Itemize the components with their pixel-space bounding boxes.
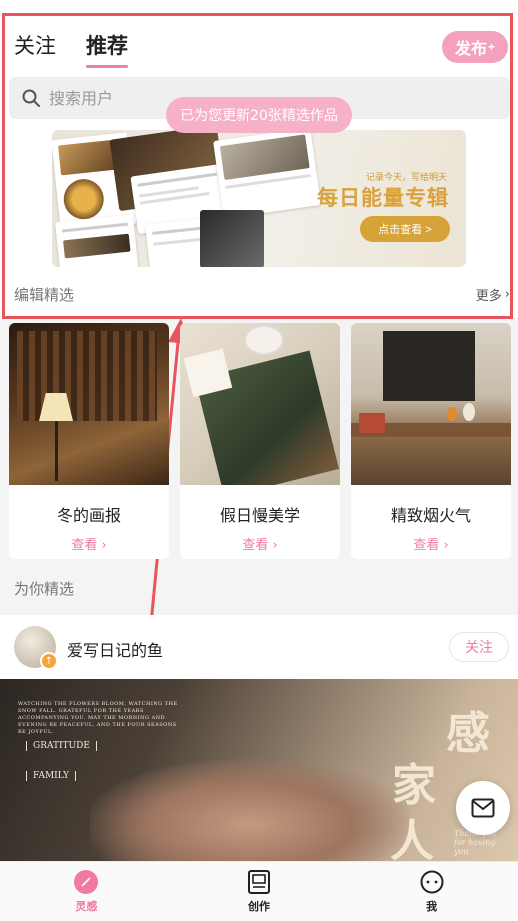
chevron-right-icon: › <box>272 538 278 553</box>
winter-image <box>9 323 169 485</box>
nav-label: 创作 <box>248 899 270 913</box>
card-title: 冬的画报 <box>56 506 121 525</box>
banner-card-5 <box>55 214 139 267</box>
gratitude-badge: GRATITUDE <box>26 741 97 751</box>
plus-icon: + <box>488 40 496 54</box>
post-cjk-1: 感 <box>446 708 490 759</box>
banner-view-button[interactable]: 点击查看 > <box>360 216 450 242</box>
post-header: ↑ 爱写日记的鱼 关注 <box>0 615 518 679</box>
post-cjk-2: 家 <box>392 760 436 811</box>
nav-profile[interactable]: 我 <box>345 862 518 921</box>
bottom-nav: 灵感 创作 我 <box>0 861 518 921</box>
create-icon <box>247 869 271 894</box>
chevron-right-icon: › <box>443 538 449 553</box>
post-image[interactable]: WATCHING THE FLOWERS BLOOM, WATCHING THE… <box>0 679 518 861</box>
profile-icon <box>420 870 444 894</box>
hands-illustration <box>90 759 410 861</box>
compass-icon <box>74 869 99 894</box>
card-title: 假日慢美学 <box>219 506 300 525</box>
card-view-label: 查看 <box>242 538 269 553</box>
nav-create[interactable]: 创作 <box>173 862 346 921</box>
banner-card-4 <box>213 130 321 219</box>
more-label: 更多 <box>475 289 502 304</box>
card-view-label: 查看 <box>413 538 440 553</box>
publish-label: 发布 <box>454 41 487 58</box>
banner-title: 每日能量专辑 <box>317 186 449 210</box>
tab-following[interactable]: 关注 <box>14 30 56 60</box>
pick-card-cozy[interactable]: 精致烟火气 查看 › <box>351 323 511 559</box>
card-view-link[interactable]: 查看 › <box>9 534 169 553</box>
chevron-right-icon: › <box>101 538 107 553</box>
card-title: 精致烟火气 <box>390 506 471 525</box>
editor-picks-header: 编辑精选 更多 › <box>14 284 510 305</box>
update-toast: 已为您更新20张精选作品 <box>166 97 352 133</box>
banner-card-7 <box>200 210 264 267</box>
card-view-link[interactable]: 查看 › <box>351 534 511 553</box>
holiday-image <box>180 323 340 485</box>
pick-card-holiday[interactable]: 假日慢美学 查看 › <box>180 323 340 559</box>
energy-album-banner[interactable]: 记录今天，写给明天 每日能量专辑 点击查看 > <box>52 130 466 267</box>
editor-picks-grid: 冬的画报 查看 › 假日慢美学 查看 › 精致烟火气 查看 › <box>9 323 512 559</box>
cozy-image <box>351 323 511 485</box>
nav-inspiration[interactable]: 灵感 <box>0 862 173 921</box>
tab-recommended[interactable]: 推荐 <box>86 30 128 68</box>
card-view-link[interactable]: 查看 › <box>180 534 340 553</box>
editor-picks-title: 编辑精选 <box>14 286 75 304</box>
verified-badge-icon: ↑ <box>40 652 58 670</box>
avatar[interactable]: ↑ <box>14 626 58 670</box>
more-link[interactable]: 更多 › <box>476 285 510 304</box>
follow-button[interactable]: 关注 <box>449 632 509 662</box>
publish-button[interactable]: 发布 + <box>442 31 508 63</box>
nav-label: 灵感 <box>75 899 98 913</box>
search-icon <box>22 89 40 107</box>
message-fab[interactable] <box>456 781 510 835</box>
top-section: 关注 推荐 发布+ 记录今天，写给明天 <box>0 0 518 318</box>
for-you-title: 为你精选 <box>14 580 75 598</box>
feed-tabs: 关注 推荐 <box>14 30 128 68</box>
post-username[interactable]: 爱写日记的鱼 <box>67 637 163 661</box>
card-view-label: 查看 <box>71 538 98 553</box>
post-cjk-3: 人 <box>390 816 434 861</box>
chevron-right-icon: › <box>504 287 510 302</box>
nav-label: 我 <box>426 899 438 913</box>
family-badge: FAMILY <box>26 771 77 781</box>
pick-card-winter[interactable]: 冬的画报 查看 › <box>9 323 169 559</box>
post-image-caption: WATCHING THE FLOWERS BLOOM, WATCHING THE… <box>18 701 178 735</box>
envelope-icon <box>471 798 495 818</box>
